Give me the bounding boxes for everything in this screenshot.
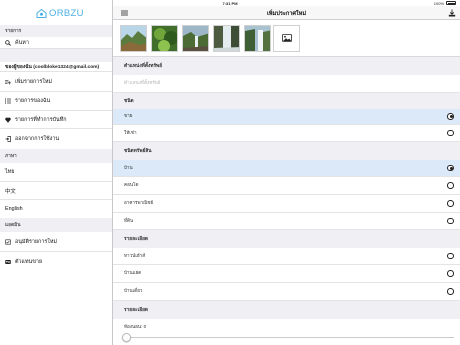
sidebar-item-label: 中文 bbox=[5, 188, 16, 195]
option-label: บ้านเดี่ยว bbox=[124, 288, 143, 293]
radio-selected-icon[interactable] bbox=[447, 113, 454, 120]
bedrooms-row: ห้องนอน: 0 bbox=[113, 319, 460, 345]
add-photo-button[interactable] bbox=[273, 25, 300, 52]
option-label: ที่ดิน bbox=[124, 217, 134, 223]
account-header: ของผู้ของฉัน (coolbloke1324@gmail.com) bbox=[0, 62, 112, 72]
sidebar-item-approve[interactable]: อนุมัติรายการใหม่ bbox=[0, 232, 112, 252]
radio-icon[interactable] bbox=[447, 270, 454, 277]
option-label: บ้านแฝด bbox=[124, 270, 142, 275]
sidebar-item-label: ไทย bbox=[5, 169, 15, 175]
sidebar: ORBZU รายการ ค้นหา ของผู้ของฉัน (coolblo… bbox=[0, 0, 113, 345]
add-list-icon bbox=[5, 79, 11, 85]
property-type-header: ชนิดทรัพย์สิน bbox=[113, 142, 460, 160]
option-detail-single[interactable]: บ้านเดี่ยว bbox=[113, 283, 460, 301]
option-prop-house[interactable]: บ้าน bbox=[113, 160, 460, 177]
sidebar-item-label: ออกจากการใช้งาน bbox=[15, 135, 60, 142]
sidebar-item-agent[interactable]: ตัวแทนขาย bbox=[0, 252, 112, 271]
option-type-rent[interactable]: ให้เช่า bbox=[113, 125, 460, 142]
sidebar-item-lang-chinese[interactable]: 中文 bbox=[0, 182, 112, 200]
section-spacer bbox=[0, 49, 112, 62]
photo-thumbnail[interactable] bbox=[244, 25, 271, 52]
option-label: คอนโด bbox=[124, 182, 139, 187]
search-icon bbox=[5, 39, 11, 46]
location-header: ตำแหน่งที่ตั้งทรัพย์ bbox=[113, 57, 460, 75]
sidebar-item-label: English bbox=[5, 206, 23, 212]
photo-strip bbox=[113, 20, 460, 57]
sidebar-item-label: ค้นหา bbox=[15, 39, 29, 46]
option-label: ให้เช่า bbox=[124, 129, 137, 135]
bedrooms-slider-track[interactable] bbox=[127, 337, 454, 338]
location-input[interactable]: ตำแหน่งที่ตั้งทรัพย์ bbox=[113, 75, 460, 93]
app-logo: ORBZU bbox=[36, 8, 84, 19]
section-header-admin: แอดมิน bbox=[0, 218, 112, 232]
radio-icon[interactable] bbox=[447, 288, 454, 295]
sidebar-item-lang-english[interactable]: English bbox=[0, 200, 112, 218]
battery-status: 100% bbox=[434, 1, 456, 6]
location-placeholder: ตำแหน่งที่ตั้งทรัพย์ bbox=[124, 80, 161, 85]
option-detail-townhouse[interactable]: ทาวน์เฮ้าส์ bbox=[113, 248, 460, 265]
logout-icon bbox=[5, 135, 11, 142]
sidebar-item-add-listing[interactable]: เพิ่มรายการใหม่ bbox=[0, 72, 112, 92]
sidebar-item-label: รายการที่ทำการบันทึก bbox=[15, 116, 67, 123]
option-prop-building[interactable]: อาคารพาณิชย์ bbox=[113, 195, 460, 213]
sidebar-item-label: รายการของฉัน bbox=[15, 98, 51, 104]
type-header: ชนิด bbox=[113, 93, 460, 109]
option-label: ขาย bbox=[124, 113, 133, 118]
sidebar-item-saved[interactable]: รายการที่ทำการบันทึก bbox=[0, 111, 112, 129]
sidebar-item-label: ตัวแทนขาย bbox=[15, 258, 43, 265]
option-prop-land[interactable]: ที่ดิน bbox=[113, 213, 460, 230]
option-prop-condo[interactable]: คอนโด bbox=[113, 177, 460, 195]
bedrooms-slider-thumb[interactable] bbox=[122, 333, 131, 342]
option-label: บ้าน bbox=[124, 164, 133, 170]
id-card-icon bbox=[5, 259, 11, 265]
logo-text: ORBZU bbox=[49, 8, 84, 19]
navigation-bar: เพิ่มประกาศใหม่ bbox=[113, 6, 460, 20]
image-icon bbox=[281, 33, 292, 44]
sidebar-item-lang-thai[interactable]: ไทย bbox=[0, 163, 112, 182]
option-label: ทาวน์เฮ้าส์ bbox=[124, 252, 146, 258]
photo-thumbnail[interactable] bbox=[182, 25, 209, 52]
option-label: อาคารพาณิชย์ bbox=[124, 200, 154, 205]
section-header-items: รายการ bbox=[0, 25, 112, 37]
option-detail-twin[interactable]: บ้านแฝด bbox=[113, 265, 460, 283]
radio-icon[interactable] bbox=[447, 252, 454, 260]
radio-icon[interactable] bbox=[447, 129, 454, 137]
logo-mark-icon bbox=[36, 9, 47, 18]
detail-header-bedrooms: รายละเอียด bbox=[113, 301, 460, 319]
heart-icon bbox=[5, 117, 11, 123]
radio-icon[interactable] bbox=[447, 200, 454, 207]
radio-icon[interactable] bbox=[447, 217, 454, 225]
battery-icon bbox=[446, 1, 456, 5]
photo-thumbnail[interactable] bbox=[213, 25, 240, 52]
battery-percent: 100% bbox=[433, 0, 444, 6]
photo-thumbnail[interactable] bbox=[151, 25, 178, 52]
sidebar-item-label: อนุมัติรายการใหม่ bbox=[15, 238, 57, 245]
option-type-sell[interactable]: ขาย bbox=[113, 109, 460, 125]
detail-header: รายละเอียด bbox=[113, 230, 460, 248]
section-header-language: ภาษา bbox=[0, 149, 112, 163]
radio-selected-icon[interactable] bbox=[447, 164, 454, 172]
save-icon[interactable] bbox=[448, 9, 456, 19]
bedrooms-label: ห้องนอน: 0 bbox=[124, 324, 147, 329]
approve-icon bbox=[5, 238, 11, 245]
page-title: เพิ่มประกาศใหม่ bbox=[266, 10, 307, 17]
sidebar-item-label: เพิ่มรายการใหม่ bbox=[15, 78, 52, 85]
sidebar-item-my-listings[interactable]: รายการของฉัน bbox=[0, 92, 112, 111]
sidebar-item-search[interactable]: ค้นหา bbox=[0, 37, 112, 49]
list-icon bbox=[5, 98, 11, 104]
photo-thumbnail[interactable] bbox=[120, 25, 147, 52]
sidebar-item-logout[interactable]: ออกจากการใช้งาน bbox=[0, 129, 112, 148]
radio-icon[interactable] bbox=[447, 182, 454, 189]
